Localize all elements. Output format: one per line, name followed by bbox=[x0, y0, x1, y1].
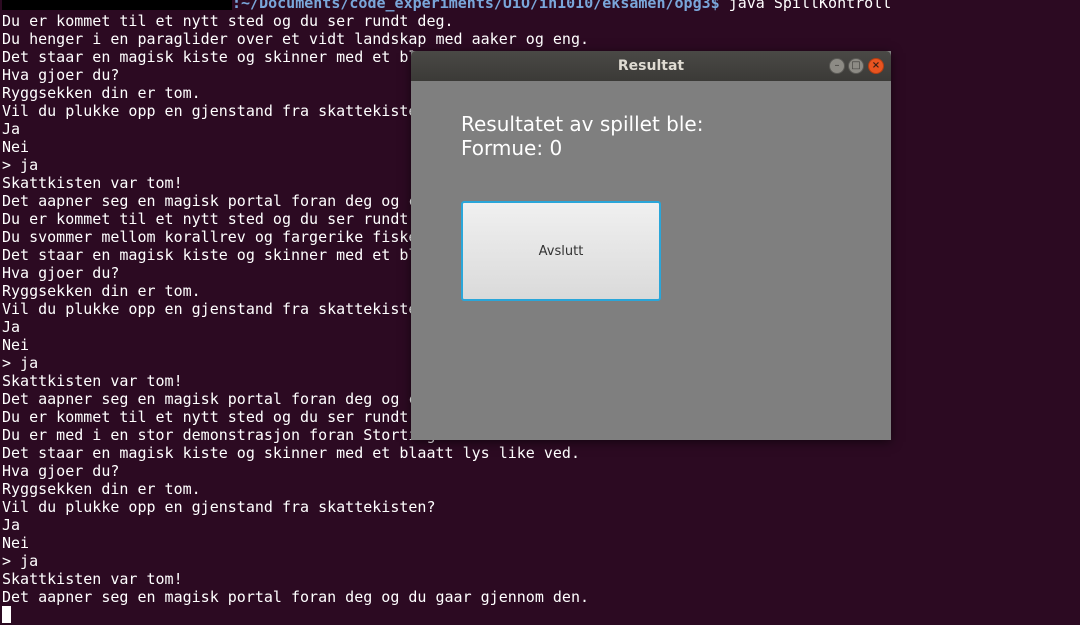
terminal-line: Ja bbox=[2, 120, 21, 138]
terminal-line: Du henger i en paraglider over et vidt l… bbox=[2, 30, 589, 48]
terminal-line: Det aapner seg en magisk portal foran de… bbox=[2, 390, 418, 408]
terminal-line: Du er kommet til et nytt sted og du ser … bbox=[2, 12, 454, 30]
terminal-line: Ryggsekken din er tom. bbox=[2, 282, 201, 300]
redacted-user-host bbox=[2, 0, 232, 10]
terminal-line: Vil du plukke opp en gjenstand fra skatt… bbox=[2, 300, 418, 318]
avslutt-button[interactable]: Avslutt bbox=[461, 201, 661, 301]
terminal-line: Skattkisten var tom! bbox=[2, 174, 183, 192]
terminal-line: Det aapner seg en magisk portal foran de… bbox=[2, 192, 418, 210]
terminal-line: Det staar en magisk kiste og skinner med… bbox=[2, 48, 418, 66]
terminal-line: > ja bbox=[2, 552, 39, 570]
terminal-line: Nei bbox=[2, 138, 30, 156]
prompt-command: java SpillKontroll bbox=[719, 0, 892, 12]
result-value: Formue: 0 bbox=[461, 136, 563, 160]
result-heading: Resultatet av spillet ble: bbox=[461, 112, 704, 136]
terminal-line: Vil du plukke opp en gjenstand fra skatt… bbox=[2, 498, 436, 516]
terminal-line: Skattkisten var tom! bbox=[2, 570, 183, 588]
maximize-icon[interactable]: □ bbox=[848, 58, 864, 74]
dialog-title: Resultat bbox=[617, 58, 685, 74]
terminal-line: Hva gjoer du? bbox=[2, 264, 120, 282]
terminal-line: Du svommer mellom korallrev og fargerike… bbox=[2, 228, 418, 246]
terminal-line: Vil du plukke opp en gjenstand fra skatt… bbox=[2, 102, 418, 120]
dialog-titlebar[interactable]: Resultat – □ × bbox=[411, 51, 891, 81]
terminal-line: Hva gjoer du? bbox=[2, 462, 120, 480]
terminal-line: > ja bbox=[2, 354, 39, 372]
terminal-line: Det staar en magisk kiste og skinner med… bbox=[2, 444, 580, 462]
terminal-line: Ryggsekken din er tom. bbox=[2, 480, 201, 498]
terminal-line: Du er med i en stor demonstrasjon foran … bbox=[2, 426, 463, 444]
terminal-line: Ja bbox=[2, 516, 21, 534]
terminal-line: Du er kommet til et nytt sted og du ser … bbox=[2, 408, 409, 426]
terminal-cursor bbox=[2, 606, 11, 623]
terminal-line: Hva gjoer du? bbox=[2, 66, 120, 84]
terminal-line: Du er kommet til et nytt sted og du ser … bbox=[2, 210, 409, 228]
terminal-line: Ja bbox=[2, 318, 21, 336]
terminal-prompt: :~/Documents/code_experiments/UiO/in1010… bbox=[2, 0, 891, 12]
close-icon[interactable]: × bbox=[868, 58, 884, 74]
terminal-line: Ryggsekken din er tom. bbox=[2, 84, 201, 102]
terminal-line: > ja bbox=[2, 156, 39, 174]
terminal-line: Nei bbox=[2, 534, 30, 552]
terminal-line: Nei bbox=[2, 336, 30, 354]
prompt-path: :~/Documents/code_experiments/UiO/in1010… bbox=[232, 0, 720, 12]
minimize-icon[interactable]: – bbox=[829, 58, 845, 74]
terminal-line: Skattkisten var tom! bbox=[2, 372, 183, 390]
result-dialog: Resultat – □ × Resultatet av spillet ble… bbox=[411, 51, 891, 440]
terminal-line: Det staar en magisk kiste og skinner med… bbox=[2, 246, 418, 264]
terminal-line: Det aapner seg en magisk portal foran de… bbox=[2, 588, 589, 606]
